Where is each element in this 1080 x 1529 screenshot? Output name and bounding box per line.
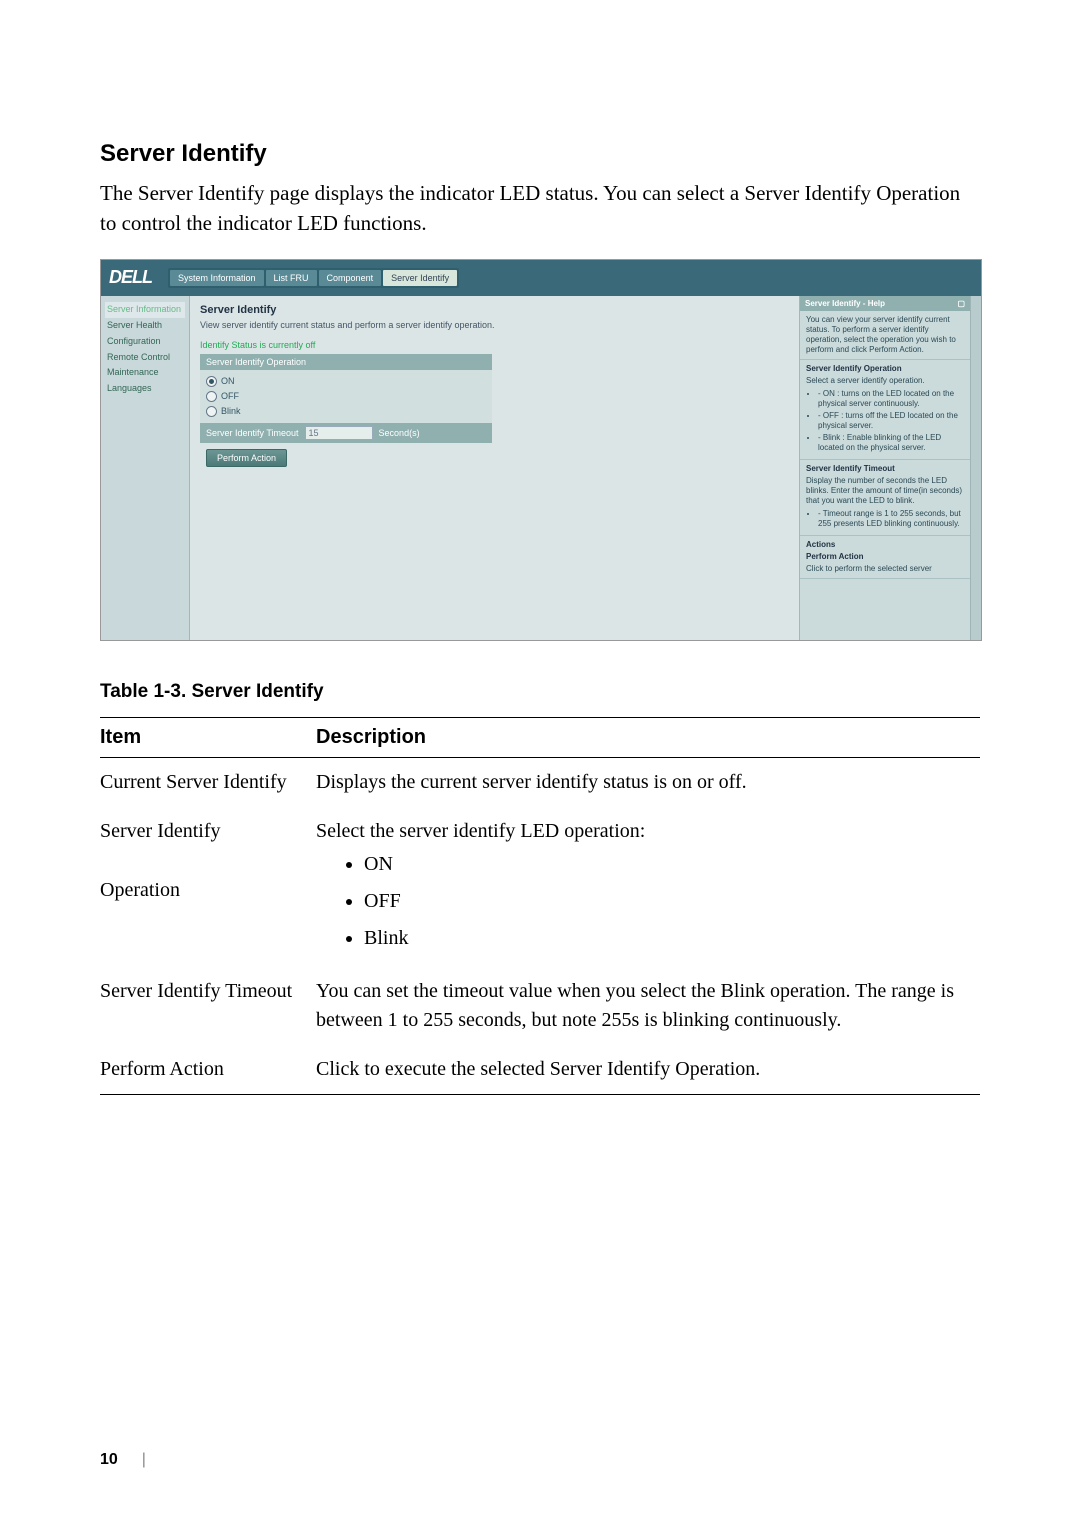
help-timeout: Server Identify Timeout Display the numb… (800, 460, 970, 536)
table-header-row: Item Description (100, 717, 980, 757)
operation-header: Server Identify Operation (200, 354, 492, 370)
cell-item: Current Server Identify (100, 757, 316, 807)
radio-off[interactable]: OFF (206, 389, 486, 404)
cell-item: Server Identify Timeout (100, 967, 316, 1045)
help-actions-sub: Perform Action (806, 552, 964, 562)
identify-status: Identify Status is currently off (200, 340, 789, 350)
radio-on[interactable]: ON (206, 374, 486, 389)
top-tabs: System Information List FRU Component Se… (168, 268, 459, 288)
timeout-input[interactable]: 15 (305, 426, 373, 440)
help-operation: Server Identify Operation Select a serve… (800, 360, 970, 460)
sidebar-nav: Server Information Server Health Configu… (101, 296, 190, 640)
help-panel: Server Identify - Help ▢ You can view yo… (799, 296, 970, 640)
sidebar-item-languages[interactable]: Languages (105, 381, 185, 397)
radio-icon (206, 406, 217, 417)
sidebar-item-server-information[interactable]: Server Information (105, 302, 185, 318)
panel-heading: Server Identify (200, 304, 789, 316)
table-row: Perform Action Click to execute the sele… (100, 1045, 980, 1095)
screenshot: DELL System Information List FRU Compone… (100, 259, 982, 641)
table-caption: Table 1-3. Server Identify (100, 681, 980, 703)
sidebar-item-configuration[interactable]: Configuration (105, 334, 185, 350)
scrollbar[interactable] (970, 296, 981, 640)
cell-item-line1: Server Identify (100, 817, 310, 846)
option-item: ON (364, 846, 974, 883)
cell-desc-intro: Select the server identify LED operation… (316, 817, 974, 846)
help-bullet: - Blink : Enable blinking of the LED loc… (818, 433, 964, 453)
timeout-label: Server Identify Timeout (206, 428, 299, 438)
page-number: 10 (100, 1451, 118, 1469)
help-actions: Actions Perform Action Click to perform … (800, 536, 970, 579)
option-item: OFF (364, 883, 974, 920)
panel-description: View server identify current status and … (200, 320, 789, 330)
table-row: Current Server Identify Displays the cur… (100, 757, 980, 807)
dell-logo: DELL (109, 267, 152, 288)
tab-system-information[interactable]: System Information (170, 270, 264, 286)
perform-action-button[interactable]: Perform Action (206, 449, 287, 467)
cell-item: Perform Action (100, 1045, 316, 1095)
th-description: Description (316, 717, 980, 757)
intro-paragraph: The Server Identify page displays the in… (100, 178, 980, 239)
th-item: Item (100, 717, 316, 757)
sidebar-item-remote-control[interactable]: Remote Control (105, 350, 185, 366)
help-to-title: Server Identify Timeout (806, 464, 964, 474)
help-op-title: Server Identify Operation (806, 364, 964, 374)
help-to-list: - Timeout range is 1 to 255 seconds, but… (818, 509, 964, 529)
cell-item: Server Identify Operation (100, 807, 316, 967)
help-intro: You can view your server identify curren… (800, 311, 970, 360)
cell-desc: You can set the timeout value when you s… (316, 967, 980, 1045)
radio-label: Blink (221, 406, 241, 416)
screenshot-body: Server Information Server Health Configu… (101, 296, 981, 640)
radio-icon (206, 391, 217, 402)
help-title: Server Identify - Help (805, 299, 885, 308)
cell-desc: Select the server identify LED operation… (316, 807, 980, 967)
help-actions-title: Actions (806, 540, 964, 550)
help-op-desc: Select a server identify operation. (806, 376, 925, 385)
page-footer: 10 | (100, 1451, 146, 1469)
document-page: Server Identify The Server Identify page… (0, 0, 1080, 1529)
help-op-list: - ON : turns on the LED located on the p… (818, 389, 964, 453)
help-bullet: - Timeout range is 1 to 255 seconds, but… (818, 509, 964, 529)
main-panel: Server Identify View server identify cur… (190, 296, 799, 640)
help-to-desc: Display the number of seconds the LED bl… (806, 476, 962, 505)
section-title: Server Identify (100, 140, 980, 168)
radio-label: ON (221, 376, 235, 386)
table-row: Server Identify Operation Select the ser… (100, 807, 980, 967)
radio-blink[interactable]: Blink (206, 404, 486, 419)
help-header: Server Identify - Help ▢ (800, 296, 970, 311)
table-row: Server Identify Timeout You can set the … (100, 967, 980, 1045)
radio-label: OFF (221, 391, 239, 401)
timeout-unit: Second(s) (379, 428, 420, 438)
sidebar-item-server-health[interactable]: Server Health (105, 318, 185, 334)
tab-server-identify[interactable]: Server Identify (383, 270, 457, 286)
cell-desc: Click to execute the selected Server Ide… (316, 1045, 980, 1095)
timeout-row: Server Identify Timeout 15 Second(s) (200, 423, 492, 443)
tab-component[interactable]: Component (319, 270, 382, 286)
option-item: Blink (364, 920, 974, 957)
help-bullet: - OFF : turns off the LED located on the… (818, 411, 964, 431)
tab-list-fru[interactable]: List FRU (266, 270, 317, 286)
footer-separator: | (142, 1451, 146, 1469)
options-list: ON OFF Blink (316, 846, 974, 957)
cell-item-line2: Operation (100, 876, 310, 905)
help-actions-desc: Click to perform the selected server (806, 564, 932, 573)
operation-options: ON OFF Blink (200, 370, 492, 423)
info-table: Item Description Current Server Identify… (100, 717, 980, 1095)
screenshot-header: DELL System Information List FRU Compone… (101, 260, 981, 296)
cell-desc: Displays the current server identify sta… (316, 757, 980, 807)
action-row: Perform Action (200, 443, 492, 473)
radio-icon (206, 376, 217, 387)
help-close-icon[interactable]: ▢ (957, 299, 965, 308)
sidebar-item-maintenance[interactable]: Maintenance (105, 365, 185, 381)
help-bullet: - ON : turns on the LED located on the p… (818, 389, 964, 409)
